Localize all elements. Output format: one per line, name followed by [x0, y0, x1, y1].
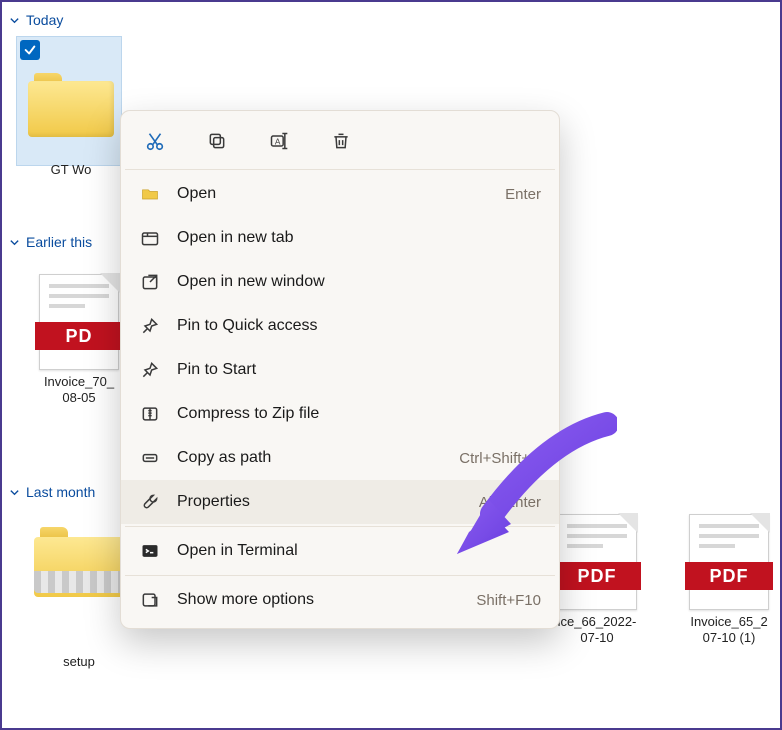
- group-header-earlier-week[interactable]: Earlier this: [4, 230, 100, 254]
- context-menu-toolbar: A: [121, 117, 559, 167]
- menu-separator: [125, 575, 555, 576]
- folder-item-selected[interactable]: GT Wo: [16, 54, 126, 170]
- file-item-pdf[interactable]: PD Invoice_70_ 08-05: [24, 274, 134, 407]
- context-menu: A Open Enter Open in new tab Ope: [120, 110, 560, 629]
- menu-item-pin-start[interactable]: Pin to Start: [121, 348, 559, 392]
- svg-text:A: A: [275, 136, 281, 146]
- menu-item-open[interactable]: Open Enter: [121, 172, 559, 216]
- cut-icon[interactable]: [141, 127, 169, 155]
- file-label: setup: [24, 654, 134, 670]
- rename-icon[interactable]: A: [265, 127, 293, 155]
- menu-accelerator: Shift+F10: [476, 592, 541, 609]
- pdf-icon: PD: [31, 274, 127, 370]
- file-explorer-area: Today GT Wo Earlier this PD Invoice_70_ …: [2, 2, 780, 728]
- more-options-icon: [139, 589, 161, 611]
- menu-accelerator: Ctrl+Shift+C: [459, 450, 541, 467]
- menu-item-open-new-window[interactable]: Open in new window: [121, 260, 559, 304]
- menu-separator: [125, 169, 555, 170]
- file-label: Invoice_65_2 07-10 (1): [674, 614, 782, 647]
- file-label: Invoice_70_ 08-05: [24, 374, 134, 407]
- wrench-icon: [139, 491, 161, 513]
- group-label: Last month: [26, 484, 95, 500]
- delete-icon[interactable]: [327, 127, 355, 155]
- terminal-icon: [139, 540, 161, 562]
- menu-item-pin-quick-access[interactable]: Pin to Quick access: [121, 304, 559, 348]
- chevron-down-icon: [8, 14, 20, 26]
- group-header-today[interactable]: Today: [4, 8, 71, 32]
- copy-icon[interactable]: [203, 127, 231, 155]
- tab-icon: [139, 227, 161, 249]
- group-header-last-month[interactable]: Last month: [4, 480, 103, 504]
- folder-open-icon: [139, 183, 161, 205]
- menu-item-open-new-tab[interactable]: Open in new tab: [121, 216, 559, 260]
- menu-item-properties[interactable]: Properties Alt+Enter: [121, 480, 559, 524]
- file-item-zip[interactable]: setup: [24, 514, 134, 630]
- menu-separator: [125, 526, 555, 527]
- item-checkbox[interactable]: [20, 40, 40, 60]
- zip-icon: [139, 403, 161, 425]
- pin-icon: [139, 359, 161, 381]
- pdf-icon: PDF: [549, 514, 645, 610]
- file-item-pdf[interactable]: PDF Invoice_65_2 07-10 (1): [674, 514, 782, 647]
- menu-accelerator: Alt+Enter: [479, 494, 541, 511]
- file-label: GT Wo: [16, 162, 126, 178]
- group-label: Earlier this: [26, 234, 92, 250]
- external-window-icon: [139, 271, 161, 293]
- chevron-down-icon: [8, 486, 20, 498]
- copy-path-icon: [139, 447, 161, 469]
- folder-icon: [23, 54, 119, 150]
- pin-icon: [139, 315, 161, 337]
- group-label: Today: [26, 12, 63, 28]
- menu-item-copy-as-path[interactable]: Copy as path Ctrl+Shift+C: [121, 436, 559, 480]
- menu-item-open-terminal[interactable]: Open in Terminal: [121, 529, 559, 573]
- menu-accelerator: Enter: [505, 186, 541, 203]
- menu-item-compress-zip[interactable]: Compress to Zip file: [121, 392, 559, 436]
- pdf-icon: PDF: [681, 514, 777, 610]
- zip-folder-icon: [31, 514, 127, 610]
- chevron-down-icon: [8, 236, 20, 248]
- menu-item-show-more-options[interactable]: Show more options Shift+F10: [121, 578, 559, 622]
